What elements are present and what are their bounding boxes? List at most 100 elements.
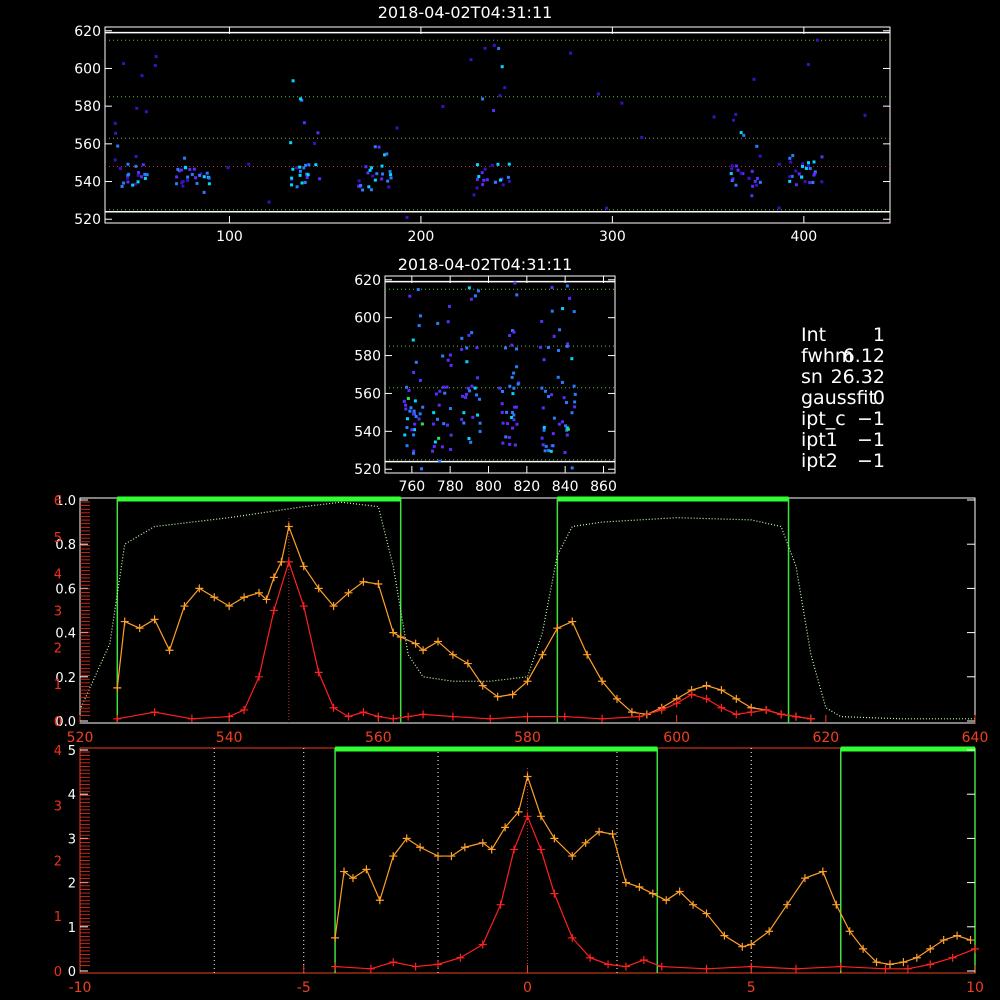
hit-point <box>471 415 475 419</box>
data-point-marker <box>523 772 532 781</box>
hit-point <box>176 167 180 171</box>
hit-point <box>462 421 466 425</box>
x-tick-label: 800 <box>475 479 502 495</box>
top-hitmap-panel: 2018-04-02T04:31:11 100 200 300 400 520 540 56… <box>74 3 891 245</box>
hit-point <box>482 178 486 182</box>
data-point-marker <box>536 845 545 854</box>
top-panel-points <box>113 38 867 219</box>
hit-point <box>472 193 476 197</box>
hit-point <box>510 375 514 379</box>
data-point-marker <box>284 522 293 531</box>
data-point-marker <box>939 936 948 945</box>
hit-point <box>135 106 139 110</box>
hit-point <box>540 386 544 390</box>
hit-point <box>557 422 561 426</box>
hit-point <box>478 429 482 433</box>
data-point-marker <box>463 659 472 668</box>
data-point-marker <box>460 843 469 852</box>
hit-point <box>542 358 546 362</box>
hit-point <box>510 411 514 415</box>
hit-point <box>303 180 307 184</box>
info-key: ipt2 <box>801 450 838 472</box>
hit-point <box>543 389 547 393</box>
hit-point <box>820 155 824 159</box>
y-tick-label: 2 <box>68 877 76 892</box>
hit-point <box>777 206 781 210</box>
hit-point <box>736 168 740 172</box>
data-point-marker <box>329 703 338 712</box>
hit-point <box>505 410 509 414</box>
data-point-marker <box>359 708 368 717</box>
data-point-marker <box>903 964 912 973</box>
x-tick-label: 580 <box>514 730 541 746</box>
hit-point <box>302 121 306 125</box>
top-panel-frame <box>104 26 891 224</box>
hit-point <box>565 344 569 348</box>
hit-point <box>307 163 311 167</box>
hit-point <box>448 353 452 357</box>
hit-point <box>508 334 512 338</box>
hit-point <box>475 186 479 190</box>
hit-point <box>788 175 792 179</box>
hit-point <box>144 110 148 114</box>
data-point-marker <box>806 714 815 723</box>
hit-point <box>441 105 445 109</box>
hit-point <box>483 46 487 50</box>
hit-point <box>417 417 421 421</box>
hit-point <box>507 179 511 183</box>
hit-point <box>556 375 560 379</box>
hit-point <box>461 394 465 398</box>
hit-point <box>512 386 516 390</box>
hit-point <box>794 169 798 173</box>
hit-point <box>449 363 453 367</box>
hit-point <box>734 164 738 168</box>
data-point-marker <box>396 633 405 642</box>
hit-point <box>562 396 566 400</box>
data-point-marker <box>419 710 428 719</box>
info-value: −1 <box>857 429 885 451</box>
series-line <box>79 501 975 720</box>
hit-point <box>419 379 423 383</box>
hit-point <box>620 101 624 105</box>
x-tick-label: 100 <box>216 229 243 245</box>
hit-point <box>373 178 377 182</box>
hit-point <box>314 163 318 167</box>
hit-point <box>573 392 577 396</box>
data-point-marker <box>434 852 442 861</box>
hit-point <box>640 135 644 139</box>
data-point-marker <box>550 889 559 898</box>
hit-point <box>357 179 361 183</box>
data-point-marker <box>269 606 278 615</box>
hit-point <box>552 416 556 420</box>
hit-point <box>403 433 407 437</box>
hit-point <box>361 188 365 192</box>
hit-point <box>154 55 158 59</box>
hit-point <box>800 175 804 179</box>
top-panel-gridlines <box>105 31 890 213</box>
y-tick-label: 0 <box>68 965 76 980</box>
hit-point <box>511 426 515 430</box>
hit-point <box>504 346 508 350</box>
data-point-marker <box>800 874 809 883</box>
hit-point <box>561 307 565 311</box>
hit-point <box>742 133 746 137</box>
y-tick-label-red: 2 <box>54 855 62 870</box>
hit-point <box>469 297 473 301</box>
hit-point <box>421 405 425 409</box>
y-tick-label: 3 <box>68 832 76 847</box>
hit-point <box>467 286 471 290</box>
data-point-marker <box>792 712 800 721</box>
info-key: gaussfit <box>801 387 876 409</box>
zoom-panel-points <box>402 281 577 471</box>
hit-point <box>750 194 754 198</box>
hit-point <box>420 422 424 426</box>
data-point-marker <box>608 829 617 838</box>
hit-point <box>412 370 416 374</box>
hit-point <box>267 200 271 204</box>
data-point-marker <box>648 889 657 898</box>
hit-point <box>408 294 412 298</box>
y-tick-label: 620 <box>74 24 101 40</box>
hit-point <box>291 79 295 83</box>
hit-point <box>546 345 550 349</box>
data-point-marker <box>404 712 413 721</box>
